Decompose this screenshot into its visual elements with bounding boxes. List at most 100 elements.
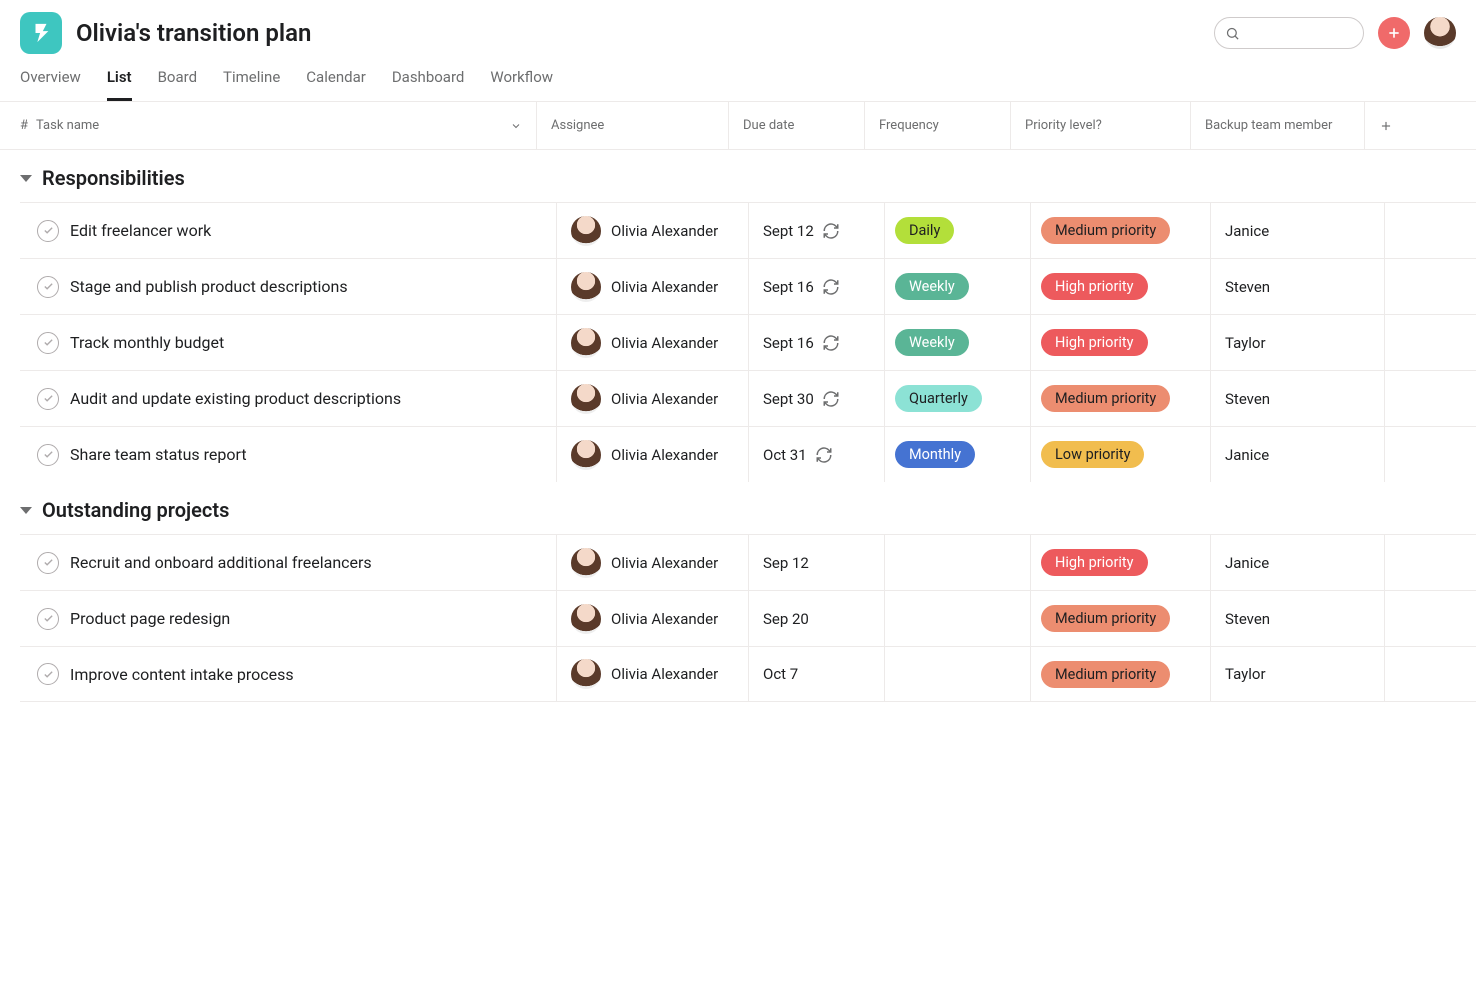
due-date-cell[interactable]: Sept 16 <box>748 259 884 314</box>
backup-cell[interactable]: Steven <box>1210 371 1384 426</box>
priority-cell[interactable]: Medium priority <box>1030 371 1210 426</box>
chevron-down-icon[interactable] <box>510 120 522 132</box>
frequency-cell[interactable]: Monthly <box>884 427 1030 482</box>
frequency-pill[interactable]: Weekly <box>895 273 969 300</box>
task-name[interactable]: Track monthly budget <box>56 333 556 352</box>
caret-down-icon[interactable] <box>20 175 32 182</box>
priority-pill[interactable]: Medium priority <box>1041 605 1170 632</box>
tab-workflow[interactable]: Workflow <box>490 68 553 101</box>
task-name[interactable]: Edit freelancer work <box>56 221 556 240</box>
frequency-cell[interactable]: Daily <box>884 203 1030 258</box>
task-row[interactable]: Edit freelancer work Olivia Alexander Se… <box>20 202 1476 258</box>
frequency-cell[interactable] <box>884 647 1030 701</box>
caret-down-icon[interactable] <box>20 507 32 514</box>
user-avatar[interactable] <box>1424 17 1456 49</box>
due-date-cell[interactable]: Sep 12 <box>748 535 884 590</box>
frequency-pill[interactable]: Daily <box>895 217 954 244</box>
section-header[interactable]: Outstanding projects <box>0 482 1476 534</box>
backup-cell[interactable]: Janice <box>1210 203 1384 258</box>
assignee-cell[interactable]: Olivia Alexander <box>556 591 748 646</box>
frequency-cell[interactable]: Weekly <box>884 259 1030 314</box>
tab-dashboard[interactable]: Dashboard <box>392 68 465 101</box>
due-date-text: Sept 16 <box>763 278 814 296</box>
priority-pill[interactable]: Medium priority <box>1041 217 1170 244</box>
task-row[interactable]: Audit and update existing product descri… <box>20 370 1476 426</box>
assignee-cell[interactable]: Olivia Alexander <box>556 259 748 314</box>
column-frequency[interactable]: Frequency <box>864 102 1010 149</box>
section-title: Outstanding projects <box>42 498 229 522</box>
column-task-name[interactable]: Task name <box>20 118 536 133</box>
assignee-cell[interactable]: Olivia Alexander <box>556 427 748 482</box>
frequency-pill[interactable]: Weekly <box>895 329 969 356</box>
priority-pill[interactable]: Medium priority <box>1041 385 1170 412</box>
column-hash[interactable]: # <box>0 118 20 133</box>
add-button[interactable] <box>1378 17 1410 49</box>
priority-pill[interactable]: Low priority <box>1041 441 1144 468</box>
task-row[interactable]: Recruit and onboard additional freelance… <box>20 534 1476 590</box>
assignee-avatar <box>571 548 601 578</box>
assignee-cell[interactable]: Olivia Alexander <box>556 203 748 258</box>
assignee-cell[interactable]: Olivia Alexander <box>556 647 748 701</box>
row-end <box>1384 203 1476 258</box>
column-priority[interactable]: Priority level? <box>1010 102 1190 149</box>
task-row[interactable]: Stage and publish product descriptions O… <box>20 258 1476 314</box>
backup-cell[interactable]: Taylor <box>1210 647 1384 701</box>
assignee-avatar <box>571 659 601 689</box>
frequency-cell[interactable] <box>884 591 1030 646</box>
due-date-cell[interactable]: Sept 16 <box>748 315 884 370</box>
frequency-pill[interactable]: Quarterly <box>895 385 982 412</box>
priority-cell[interactable]: Medium priority <box>1030 647 1210 701</box>
due-date-cell[interactable]: Sept 30 <box>748 371 884 426</box>
due-date-text: Sept 12 <box>763 222 814 240</box>
priority-cell[interactable]: High priority <box>1030 535 1210 590</box>
backup-cell[interactable]: Steven <box>1210 259 1384 314</box>
frequency-pill[interactable]: Monthly <box>895 441 975 468</box>
section-header[interactable]: Responsibilities <box>0 150 1476 202</box>
assignee-name: Olivia Alexander <box>611 554 718 572</box>
assignee-cell[interactable]: Olivia Alexander <box>556 535 748 590</box>
priority-cell[interactable]: High priority <box>1030 315 1210 370</box>
priority-cell[interactable]: Low priority <box>1030 427 1210 482</box>
tab-overview[interactable]: Overview <box>20 68 81 101</box>
assignee-name: Olivia Alexander <box>611 222 718 240</box>
frequency-cell[interactable]: Weekly <box>884 315 1030 370</box>
backup-cell[interactable]: Steven <box>1210 591 1384 646</box>
priority-cell[interactable]: Medium priority <box>1030 203 1210 258</box>
due-date-cell[interactable]: Oct 7 <box>748 647 884 701</box>
due-date-cell[interactable]: Sep 20 <box>748 591 884 646</box>
backup-cell[interactable]: Janice <box>1210 427 1384 482</box>
column-backup[interactable]: Backup team member <box>1190 102 1364 149</box>
priority-pill[interactable]: High priority <box>1041 549 1148 576</box>
task-name[interactable]: Share team status report <box>56 445 556 464</box>
task-row[interactable]: Improve content intake process Olivia Al… <box>20 646 1476 702</box>
task-row[interactable]: Track monthly budget Olivia Alexander Se… <box>20 314 1476 370</box>
tab-timeline[interactable]: Timeline <box>223 68 280 101</box>
tab-list[interactable]: List <box>107 68 132 101</box>
search-input[interactable] <box>1214 17 1364 49</box>
due-date-cell[interactable]: Oct 31 <box>748 427 884 482</box>
tab-board[interactable]: Board <box>158 68 197 101</box>
priority-cell[interactable]: High priority <box>1030 259 1210 314</box>
priority-pill[interactable]: Medium priority <box>1041 661 1170 688</box>
column-due-date[interactable]: Due date <box>728 102 864 149</box>
task-name[interactable]: Audit and update existing product descri… <box>56 389 556 408</box>
frequency-cell[interactable] <box>884 535 1030 590</box>
frequency-cell[interactable]: Quarterly <box>884 371 1030 426</box>
priority-cell[interactable]: Medium priority <box>1030 591 1210 646</box>
add-column-button[interactable] <box>1364 102 1476 149</box>
backup-cell[interactable]: Taylor <box>1210 315 1384 370</box>
task-row[interactable]: Share team status report Olivia Alexande… <box>20 426 1476 482</box>
assignee-cell[interactable]: Olivia Alexander <box>556 315 748 370</box>
task-row[interactable]: Product page redesign Olivia Alexander S… <box>20 590 1476 646</box>
tab-calendar[interactable]: Calendar <box>306 68 366 101</box>
backup-cell[interactable]: Janice <box>1210 535 1384 590</box>
column-assignee[interactable]: Assignee <box>536 102 728 149</box>
task-name[interactable]: Recruit and onboard additional freelance… <box>56 553 556 572</box>
task-name[interactable]: Improve content intake process <box>56 665 556 684</box>
priority-pill[interactable]: High priority <box>1041 273 1148 300</box>
priority-pill[interactable]: High priority <box>1041 329 1148 356</box>
due-date-cell[interactable]: Sept 12 <box>748 203 884 258</box>
assignee-cell[interactable]: Olivia Alexander <box>556 371 748 426</box>
task-name[interactable]: Product page redesign <box>56 609 556 628</box>
task-name[interactable]: Stage and publish product descriptions <box>56 277 556 296</box>
